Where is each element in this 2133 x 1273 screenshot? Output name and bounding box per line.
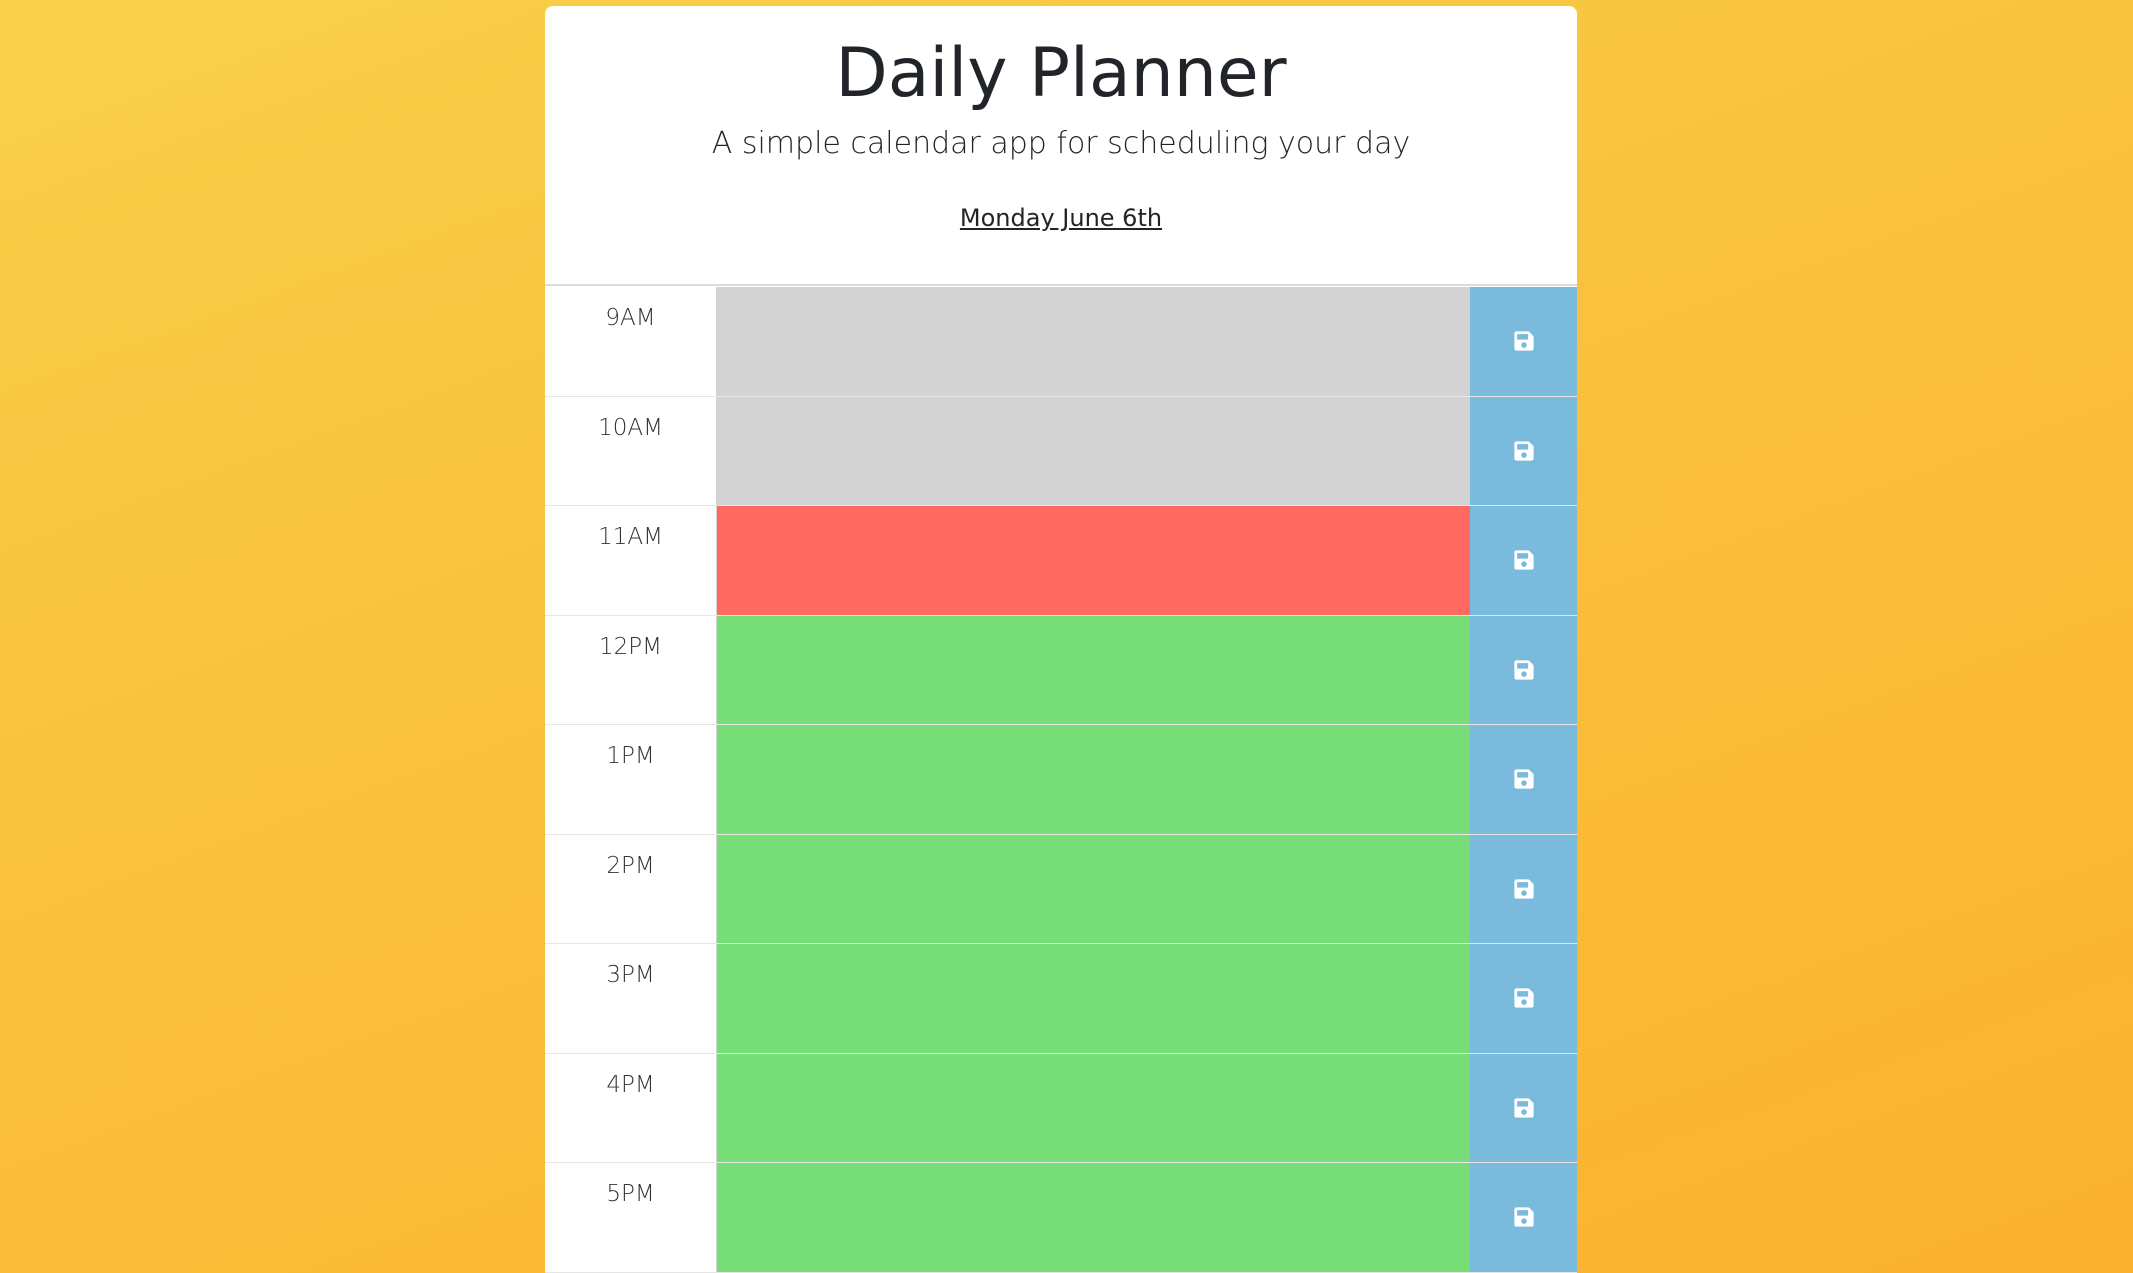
event-textarea[interactable]: [717, 396, 1470, 505]
hour-label: 1PM: [545, 725, 717, 834]
save-button[interactable]: [1470, 506, 1577, 615]
hour-label: 3PM: [545, 944, 717, 1053]
save-button[interactable]: [1470, 396, 1577, 505]
time-block: 2PM: [545, 834, 1577, 944]
hour-label: 5PM: [545, 1163, 717, 1272]
save-button[interactable]: [1470, 834, 1577, 943]
save-icon: [1513, 987, 1535, 1009]
hour-label: 10AM: [545, 396, 717, 505]
hour-label: 11AM: [545, 506, 717, 615]
save-icon: [1513, 659, 1535, 681]
save-button[interactable]: [1470, 725, 1577, 834]
time-block: 1PM: [545, 725, 1577, 835]
event-textarea[interactable]: [717, 506, 1470, 615]
event-textarea[interactable]: [717, 287, 1470, 396]
time-block: 12PM: [545, 615, 1577, 725]
event-textarea[interactable]: [717, 725, 1470, 834]
save-button[interactable]: [1470, 615, 1577, 724]
current-day: Monday June 6th: [959, 204, 1163, 232]
planner-container: Daily Planner A simple calendar app for …: [545, 6, 1577, 1273]
save-icon: [1513, 1206, 1535, 1228]
time-block: 9AM: [545, 287, 1577, 397]
hour-label: 2PM: [545, 834, 717, 943]
hour-label: 9AM: [545, 287, 717, 396]
save-icon: [1513, 330, 1535, 352]
event-textarea[interactable]: [717, 834, 1470, 943]
event-textarea[interactable]: [717, 1053, 1470, 1162]
save-button[interactable]: [1470, 944, 1577, 1053]
save-icon: [1513, 549, 1535, 571]
event-textarea[interactable]: [717, 1163, 1470, 1272]
page-title: Daily Planner: [835, 34, 1287, 113]
jumbotron-header: Daily Planner A simple calendar app for …: [545, 6, 1577, 286]
hour-label: 4PM: [545, 1053, 717, 1162]
save-icon: [1513, 1097, 1535, 1119]
save-button[interactable]: [1470, 1163, 1577, 1272]
time-block: 10AM: [545, 396, 1577, 506]
page-subtitle: A simple calendar app for scheduling you…: [711, 126, 1411, 161]
time-block: 11AM: [545, 506, 1577, 616]
save-button[interactable]: [1470, 1053, 1577, 1162]
time-block: 3PM: [545, 944, 1577, 1054]
save-button[interactable]: [1470, 287, 1577, 396]
save-icon: [1513, 878, 1535, 900]
time-block: 4PM: [545, 1053, 1577, 1163]
save-icon: [1513, 768, 1535, 790]
time-block-list: 9AM 10AM 11AM 12PM 1PM 2PM 3PM 4PM 5PM: [545, 287, 1577, 1273]
time-block: 5PM: [545, 1163, 1577, 1273]
save-icon: [1513, 440, 1535, 462]
event-textarea[interactable]: [717, 615, 1470, 724]
event-textarea[interactable]: [717, 944, 1470, 1053]
hour-label: 12PM: [545, 615, 717, 724]
